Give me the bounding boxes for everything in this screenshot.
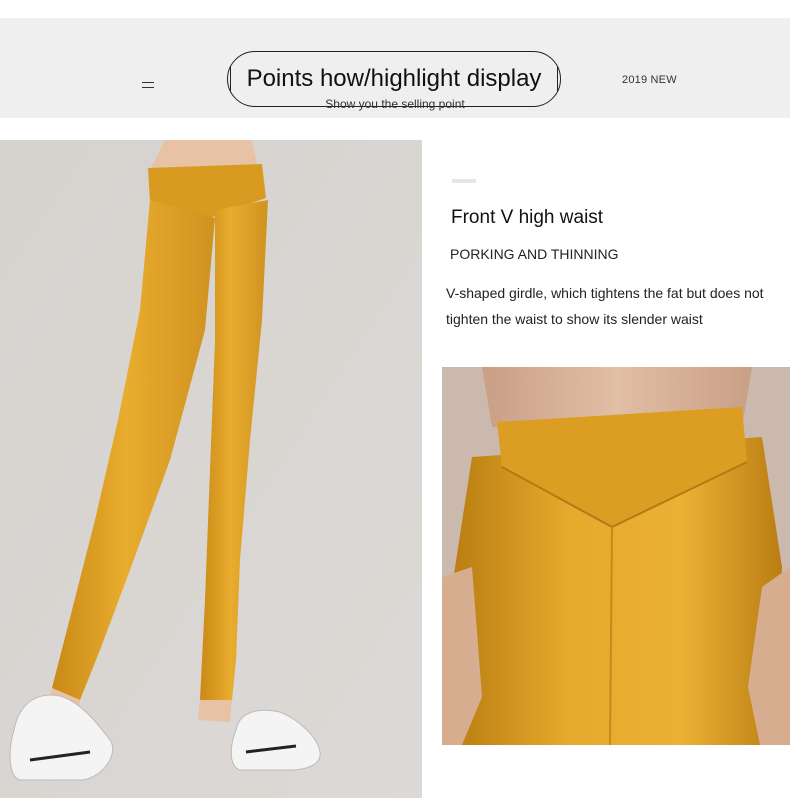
feature-title: Front V high waist	[451, 207, 604, 228]
leggings-full-illustration	[0, 140, 422, 798]
new-badge: 2019 NEW	[622, 74, 677, 86]
menu-icon[interactable]	[142, 82, 154, 88]
page-title: Points how/highlight display	[246, 65, 542, 92]
feature-description: V-shaped girdle, which tightens the fat …	[446, 285, 764, 327]
decor-dash	[452, 179, 476, 183]
waistband-closeup-illustration	[442, 367, 790, 745]
page-subtitle: Show you the selling point	[325, 97, 465, 111]
feature-subtitle: PORKING AND THINNING	[450, 246, 619, 262]
product-photo-closeup	[442, 367, 790, 745]
product-photo-full	[0, 140, 422, 798]
